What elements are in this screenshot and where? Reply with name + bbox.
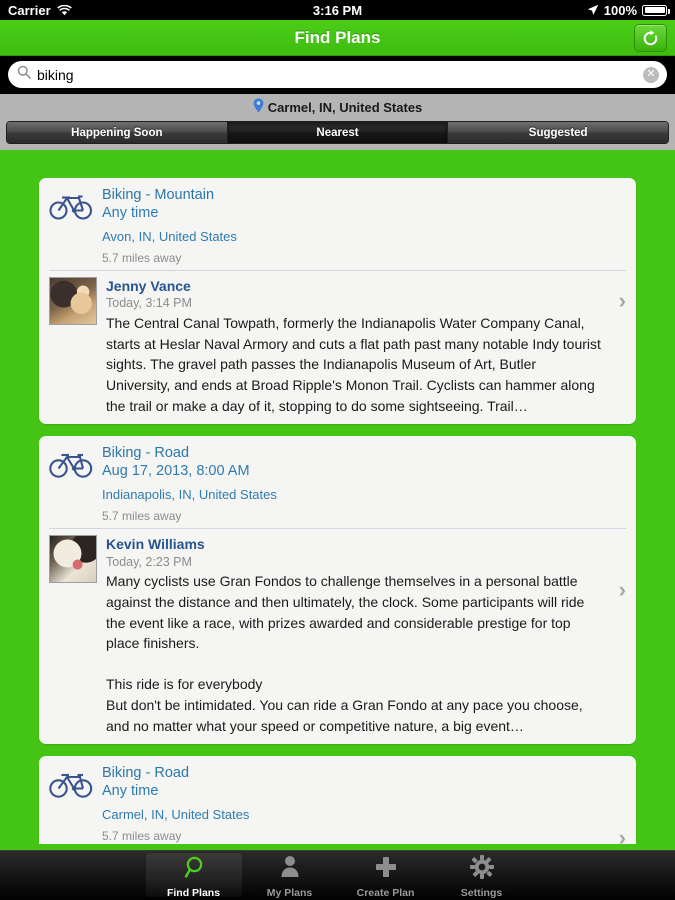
refresh-icon: [643, 29, 658, 45]
plan-when: Aug 17, 2013, 8:00 AM: [102, 463, 250, 480]
plans-list[interactable]: Biking - Mountain Any time Avon, IN, Uni…: [0, 155, 675, 844]
location-arrow-icon: [587, 4, 599, 16]
clear-search-button[interactable]: ✕: [643, 66, 659, 83]
plan-when: Any time: [102, 783, 159, 800]
plan-card-header: Biking - Road Aug 17, 2013, 8:00 AM Indi…: [49, 444, 626, 523]
status-bar: Carrier 3:16 PM 100%: [0, 0, 675, 20]
app-root: Carrier 3:16 PM 100% Find Plans biking ✕…: [0, 0, 675, 900]
battery-full-icon: [642, 4, 670, 16]
battery-percent-label: 100%: [603, 2, 637, 18]
card-divider: [49, 270, 626, 272]
plan-card-head-text: Biking - Mountain Any time Avon, IN, Uni…: [102, 186, 626, 265]
search-field[interactable]: ✕: [8, 61, 667, 88]
plan-distance: 5.7 miles away: [102, 509, 182, 524]
refresh-button[interactable]: [634, 24, 667, 52]
tab-my-plans-label: My Plans: [266, 887, 313, 899]
post-body: Kevin Williams Today, 2:23 PM Many cycli…: [106, 535, 626, 736]
chevron-right-icon[interactable]: ›: [619, 827, 626, 844]
tab-find-plans-label: Find Plans: [166, 886, 221, 899]
plan-title: Biking - Road: [102, 445, 190, 462]
status-bar-left: Carrier: [8, 3, 72, 18]
carrier-label: Carrier: [8, 2, 51, 18]
plan-place: Avon, IN, United States: [102, 229, 237, 245]
post-author: Jenny Vance: [106, 278, 191, 295]
tab-create-plan[interactable]: Create Plan: [338, 851, 434, 900]
tab-create-plan-label: Create Plan: [356, 887, 415, 899]
current-location-label: Carmel, IN, United States: [267, 99, 423, 115]
post-text: The Central Canal Towpath, formerly the …: [106, 315, 605, 414]
avatar-jenny-vance: [49, 277, 97, 326]
post-time: Today, 3:14 PM: [106, 296, 192, 311]
tab-settings[interactable]: Settings: [434, 851, 530, 900]
tab-my-plans[interactable]: My Plans: [242, 851, 338, 900]
chevron-right-icon[interactable]: ›: [619, 290, 626, 312]
plan-card-header: Biking - Road Any time Carmel, IN, Unite…: [49, 764, 626, 843]
tab-find-plans[interactable]: Find Plans: [145, 853, 242, 899]
filter-toolbar: Carmel, IN, United States Happening Soon…: [0, 94, 675, 150]
plan-title: Biking - Mountain: [102, 187, 215, 203]
post-body: Jenny Vance Today, 3:14 PM The Central C…: [106, 277, 626, 416]
gear-icon: [469, 854, 495, 885]
plan-card-head-text: Biking - Road Aug 17, 2013, 8:00 AM Indi…: [102, 444, 626, 523]
plan-card-header: Biking - Mountain Any time Avon, IN, Uni…: [49, 186, 626, 265]
post-text: Many cyclists use Gran Fondos to challen…: [106, 573, 585, 734]
plan-place: Indianapolis, IN, United States: [102, 487, 277, 503]
card-divider: [49, 528, 626, 530]
plan-post: Kevin Williams Today, 2:23 PM Many cycli…: [49, 535, 626, 736]
navigation-bar: Find Plans: [0, 20, 675, 56]
plan-distance: 5.7 miles away: [102, 828, 182, 843]
tab-settings-label: Settings: [460, 887, 503, 899]
post-author: Kevin Williams: [106, 536, 205, 553]
tab-bar: Find Plans My Plans Create Plan Settings: [0, 850, 675, 900]
road-bike-icon: [49, 764, 93, 843]
map-pin-icon: [253, 98, 264, 116]
chevron-right-icon[interactable]: ›: [619, 579, 626, 601]
plan-card[interactable]: Biking - Mountain Any time Avon, IN, Uni…: [39, 178, 636, 425]
sort-segmented-control[interactable]: Happening Soon Nearest Suggested: [6, 121, 669, 144]
status-bar-right: 100%: [587, 2, 670, 18]
search-bar-container: ✕: [0, 56, 675, 94]
segment-nearest[interactable]: Nearest: [227, 122, 449, 143]
person-icon: [277, 854, 303, 885]
plan-title: Biking - Road: [102, 765, 190, 782]
plan-card[interactable]: Biking - Road Any time Carmel, IN, Unite…: [39, 756, 636, 844]
plan-post: Jenny Vance Today, 3:14 PM The Central C…: [49, 277, 626, 416]
page-title: Find Plans: [294, 27, 381, 47]
plan-place: Carmel, IN, United States: [102, 807, 250, 823]
plus-icon: [373, 854, 399, 885]
current-location[interactable]: Carmel, IN, United States: [0, 97, 675, 117]
plan-card[interactable]: Biking - Road Aug 17, 2013, 8:00 AM Indi…: [39, 436, 636, 745]
road-bike-icon: [49, 444, 93, 523]
post-time: Today, 2:23 PM: [106, 554, 192, 569]
plan-card-head-text: Biking - Road Any time Carmel, IN, Unite…: [102, 764, 626, 843]
magnifier-icon: [181, 854, 207, 885]
segment-suggested[interactable]: Suggested: [448, 122, 668, 143]
search-input[interactable]: [37, 66, 643, 83]
plan-distance: 5.7 miles away: [102, 250, 182, 265]
plan-when: Any time: [102, 205, 159, 222]
wifi-icon: [56, 4, 72, 16]
mountain-bike-icon: [49, 186, 93, 265]
segment-happening-soon[interactable]: Happening Soon: [7, 122, 228, 143]
avatar-kevin-williams: [49, 535, 97, 584]
search-icon: [17, 65, 31, 84]
status-bar-clock: 3:16 PM: [312, 2, 363, 18]
